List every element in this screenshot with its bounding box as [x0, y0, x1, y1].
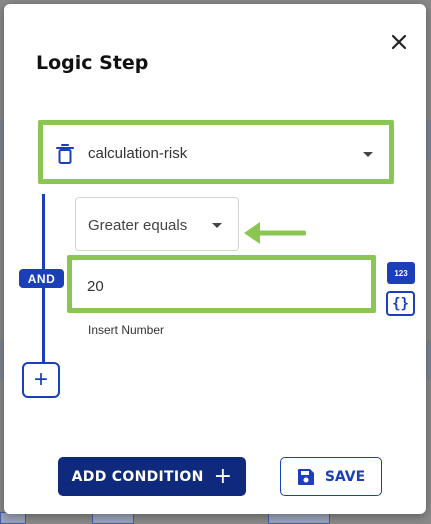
close-button[interactable] — [385, 28, 413, 56]
operator-value: Greater equals — [88, 217, 188, 234]
add-condition-button[interactable]: ADD CONDITION + — [58, 457, 246, 496]
caret-down-icon — [212, 223, 222, 228]
close-icon — [391, 34, 407, 50]
value-input[interactable] — [77, 260, 374, 313]
operator-select[interactable]: Greater equals — [75, 197, 239, 251]
plus-icon: + — [213, 463, 233, 489]
add-branch-button[interactable]: + — [22, 362, 60, 398]
annotation-arrow-icon — [244, 222, 306, 244]
caret-down-icon — [363, 152, 373, 157]
save-button[interactable]: SAVE — [280, 457, 382, 496]
braces-icon: {} — [392, 295, 409, 312]
add-condition-label: ADD CONDITION — [71, 468, 204, 485]
floppy-disk-icon — [297, 468, 314, 485]
logic-step-dialog: Logic Step calculation-risk AND + Greate… — [4, 4, 426, 514]
value-helper-text: Insert Number — [88, 323, 165, 337]
variable-button[interactable]: {} — [386, 291, 415, 316]
plus-icon: + — [33, 366, 48, 393]
trash-icon[interactable] — [56, 143, 74, 165]
field-value: calculation-risk — [88, 145, 188, 162]
number-type-badge[interactable]: 123 — [387, 262, 415, 284]
field-select[interactable]: calculation-risk — [48, 130, 383, 180]
dialog-title: Logic Step — [36, 52, 149, 74]
and-connector-badge[interactable]: AND — [19, 269, 64, 288]
save-label: SAVE — [324, 468, 366, 485]
